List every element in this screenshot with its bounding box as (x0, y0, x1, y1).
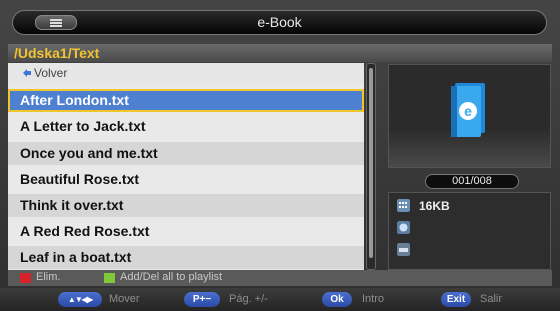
back-arrow-icon (23, 69, 31, 77)
ebook-icon: e (451, 83, 485, 137)
back-item[interactable]: Volver (8, 63, 364, 83)
file-item-selected[interactable]: After London.txt (8, 89, 364, 112)
title-bar: e-Book (12, 10, 547, 35)
file-item[interactable]: A Letter to Jack.txt (8, 115, 364, 138)
red-key-icon (20, 273, 31, 283)
file-list: Volver After London.txt A Letter to Jack… (8, 63, 364, 270)
scrollbar-thumb[interactable] (369, 68, 373, 258)
red-key-label: Elim. (36, 271, 61, 283)
globe-icon (397, 221, 410, 234)
scrollbar[interactable] (366, 63, 376, 270)
current-path: /Udska1/Text (14, 45, 100, 61)
screen: e-Book /Udska1/Text Volver After London.… (0, 0, 560, 311)
exit-key-icon[interactable]: Exit (441, 292, 471, 307)
move-label: Mover (109, 293, 140, 305)
move-key-icon[interactable]: ▲▼◀▶ (58, 292, 102, 307)
file-item[interactable]: Beautiful Rose.txt (8, 168, 364, 191)
back-label: Volver (34, 66, 68, 80)
breadcrumb: /Udska1/Text (8, 44, 552, 62)
exit-label: Salir (480, 293, 503, 305)
ok-label: Intro (362, 293, 385, 305)
file-item[interactable]: A Red Red Rose.txt (8, 220, 364, 243)
green-key-icon (104, 273, 115, 283)
footer-hints: ▲▼◀▶ Mover P+− Pág. +/- Ok Intro Exit Sa… (0, 288, 560, 311)
file-counter: 001/008 (425, 174, 519, 189)
file-item[interactable]: Once you and me.txt (8, 142, 364, 165)
drive-icon (397, 243, 410, 256)
file-size: 16KB (419, 199, 450, 213)
legend-bar: Elim. Add/Del all to playlist (8, 270, 552, 286)
file-item[interactable]: Leaf in a boat.txt (8, 246, 364, 269)
page-title: e-Book (257, 14, 302, 30)
file-size-icon (397, 199, 410, 212)
ok-key-icon[interactable]: Ok (322, 292, 352, 307)
ebook-badge: e (464, 103, 472, 119)
file-item[interactable]: Think it over.txt (8, 194, 364, 217)
page-label: Pág. +/- (229, 293, 268, 305)
page-key-icon[interactable]: P+− (184, 292, 220, 307)
preview-pane: e (388, 64, 551, 168)
green-key-label: Add/Del all to playlist (120, 271, 223, 283)
file-info-panel: 16KB (388, 192, 551, 270)
